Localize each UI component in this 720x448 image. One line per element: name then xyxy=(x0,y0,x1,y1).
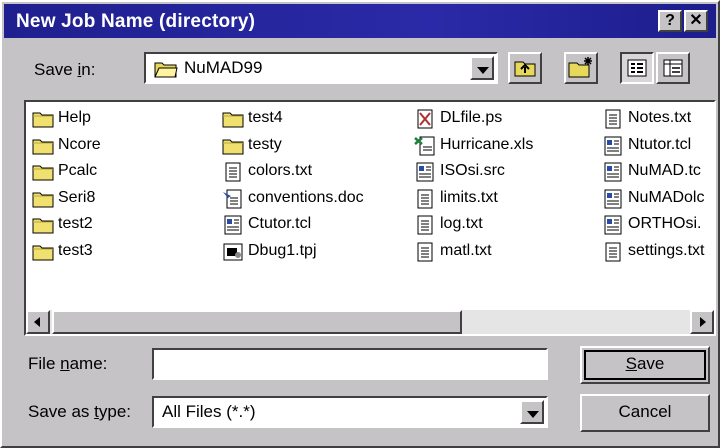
script-file-icon xyxy=(222,215,244,235)
doc-file-icon xyxy=(222,189,244,209)
script-file-icon xyxy=(602,136,624,156)
text-file-icon xyxy=(414,242,436,262)
file-name-text: test2 xyxy=(58,215,93,232)
file-name-text: testy xyxy=(248,135,282,153)
file-name-text: Help xyxy=(58,109,91,126)
file-name-text: colors.txt xyxy=(248,162,313,179)
folder-icon xyxy=(32,215,54,235)
file-name-text: test4 xyxy=(248,109,283,126)
script-file-icon xyxy=(602,189,624,209)
file-name-text: Notes.txt xyxy=(628,109,692,126)
text-file-icon xyxy=(222,162,244,182)
new-folder-icon xyxy=(568,57,592,78)
save-as-type-dropdown[interactable]: All Files (*.*) xyxy=(152,396,548,428)
up-one-level-button[interactable] xyxy=(508,52,542,84)
arrow-left-icon xyxy=(34,317,40,327)
file-name-text: limits.txt xyxy=(440,188,498,206)
folder-icon xyxy=(32,242,54,262)
file-name-text: Ntutor.tcl xyxy=(628,135,692,153)
folder-icon xyxy=(32,136,54,156)
chevron-down-icon[interactable] xyxy=(520,400,544,424)
list-view-icon xyxy=(627,59,647,77)
save-in-dropdown[interactable]: NuMAD99 xyxy=(144,52,498,84)
script-file-icon xyxy=(414,162,436,182)
ps-file-icon xyxy=(414,109,436,129)
text-file-icon xyxy=(602,109,624,129)
file-name-text: ORTHOsi. xyxy=(628,215,702,232)
help-button[interactable]: ? xyxy=(658,10,682,32)
file-name-text: settings.txt xyxy=(628,241,705,259)
dialog-title: New Job Name (directory) xyxy=(16,11,256,32)
open-folder-icon xyxy=(154,62,178,78)
file-name-text: Seri8 xyxy=(58,188,96,206)
details-view-icon xyxy=(663,59,683,77)
file-name-text: test3 xyxy=(58,241,93,259)
folder-icon xyxy=(32,162,54,182)
scrollbar-thumb[interactable] xyxy=(52,310,462,334)
file-name-label: File name: xyxy=(28,354,108,373)
text-file-icon xyxy=(414,215,436,235)
file-list[interactable]: Help Ncore Pcalc Seri8 test2 test3 test4 testy c… xyxy=(24,100,716,336)
details-view-button[interactable] xyxy=(656,52,690,84)
file-name-text: Pcalc xyxy=(58,162,98,179)
save-button[interactable]: Save xyxy=(580,346,710,384)
folder-icon xyxy=(222,136,244,156)
script-file-icon xyxy=(602,162,624,182)
folder-icon xyxy=(32,109,54,129)
title-bar: New Job Name (directory) ? ✕ xyxy=(4,4,716,38)
save-in-label: Save in: xyxy=(34,60,96,79)
file-name-text: Ncore xyxy=(58,135,101,153)
file-name-text: ISOsi.src xyxy=(440,162,505,179)
chevron-down-icon[interactable] xyxy=(470,56,494,80)
file-name-text: log.txt xyxy=(440,215,483,232)
file-name-text: NuMAD.tc xyxy=(628,162,701,179)
close-button[interactable]: ✕ xyxy=(684,10,708,32)
list-view-button[interactable] xyxy=(620,52,654,84)
up-folder-icon xyxy=(514,61,536,77)
horizontal-scrollbar[interactable] xyxy=(26,310,714,334)
file-name-text: DLfile.ps xyxy=(440,109,503,126)
file-name-input[interactable] xyxy=(152,348,548,380)
project-file-icon xyxy=(222,242,244,262)
file-name-text: conventions.doc xyxy=(248,188,364,206)
new-folder-button[interactable] xyxy=(564,52,598,84)
text-file-icon xyxy=(414,189,436,209)
xls-file-icon xyxy=(414,136,436,156)
file-name-text: Hurricane.xls xyxy=(440,135,534,153)
file-name-text: Ctutor.tcl xyxy=(248,215,312,232)
save-dialog: New Job Name (directory) ? ✕ Save in: Nu… xyxy=(0,0,720,448)
file-name-text: Dbug1.tpj xyxy=(248,241,317,259)
save-as-type-label: Save as type: xyxy=(28,402,132,421)
scroll-right-button[interactable] xyxy=(690,310,714,334)
folder-icon xyxy=(32,189,54,209)
script-file-icon xyxy=(602,215,624,235)
file-name-text: matl.txt xyxy=(440,241,492,259)
folder-icon xyxy=(222,109,244,129)
cancel-button[interactable]: Cancel xyxy=(580,394,710,432)
arrow-right-icon xyxy=(700,317,706,327)
text-file-icon xyxy=(602,242,624,262)
file-name-text: NuMADolc xyxy=(628,188,705,206)
scroll-left-button[interactable] xyxy=(26,310,50,334)
